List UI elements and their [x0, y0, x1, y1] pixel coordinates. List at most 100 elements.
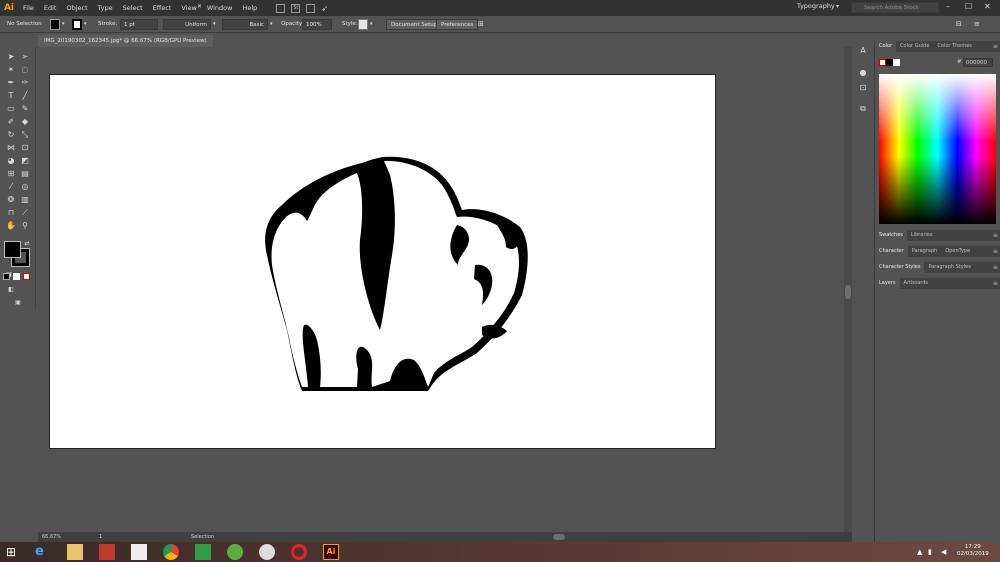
panel-menu-icon[interactable]: ≡ [993, 280, 998, 287]
paintbrush-tool-icon[interactable]: ✎ [20, 104, 30, 114]
symbol-sprayer-tool-icon[interactable]: ❂ [6, 195, 16, 205]
vertical-scroll-thumb[interactable] [845, 285, 851, 299]
black-color-swatch[interactable] [886, 59, 893, 66]
artboards-panel-icon[interactable]: ⧉ [858, 104, 868, 114]
internet-explorer-icon[interactable]: e [35, 544, 51, 560]
column-graph-tool-icon[interactable]: ▥ [20, 195, 30, 205]
perspective-grid-tool-icon[interactable]: ◩ [20, 156, 30, 166]
arrange-icon[interactable]: ⊞ [478, 19, 484, 30]
store-icon[interactable] [195, 544, 211, 560]
appearance-panel-icon[interactable]: ● [858, 68, 868, 78]
menu-type[interactable]: Type [93, 4, 118, 12]
tab-layers[interactable]: Layers [875, 278, 900, 289]
preferences-button[interactable]: Preferences [436, 19, 479, 30]
color-mode-button[interactable] [3, 273, 10, 280]
chrome-icon[interactable] [163, 544, 179, 560]
opera-icon[interactable] [291, 544, 307, 560]
gradient-tool-icon[interactable]: ▤ [20, 169, 30, 179]
fill-swatch[interactable] [4, 241, 21, 258]
bridge-icon[interactable] [276, 3, 286, 13]
selection-tool-icon[interactable]: ➤ [6, 52, 16, 62]
menu-help[interactable]: Help [237, 4, 262, 12]
image-trace-panel-icon[interactable]: ⊡ [858, 83, 868, 93]
tab-paragraph[interactable]: Paragraph [908, 246, 942, 257]
file-explorer-icon[interactable] [67, 544, 83, 560]
panel-menu-icon[interactable]: ≡ [993, 232, 998, 239]
workspace-switcher[interactable]: Typography [797, 2, 835, 10]
gradient-mode-button[interactable] [13, 273, 20, 280]
graphic-style-swatch[interactable] [358, 19, 368, 30]
menu-effect[interactable]: Effect [148, 4, 177, 12]
volume-icon[interactable]: ◀ [941, 544, 957, 560]
rotate-tool-icon[interactable]: ↻ [6, 130, 16, 140]
scale-tool-icon[interactable]: ⤡ [20, 130, 30, 140]
menu-file[interactable]: File [18, 4, 39, 12]
color-spectrum[interactable] [879, 74, 996, 224]
variable-width-profile[interactable]: Uniform [163, 19, 211, 30]
panel-menu-icon[interactable]: ≡ [974, 19, 980, 30]
chevron-down-icon[interactable]: ▾ [213, 19, 216, 30]
chevron-down-icon[interactable]: ▾ [370, 19, 373, 30]
chevron-down-icon[interactable]: ▾ [62, 19, 65, 30]
stroke-color-swatch[interactable] [72, 19, 82, 30]
free-transform-tool-icon[interactable]: ⊡ [20, 143, 30, 153]
swap-colors-icon[interactable]: ⇄ [22, 239, 32, 249]
line-tool-icon[interactable]: ╱ [20, 91, 30, 101]
fill-color-swatch[interactable] [50, 19, 60, 30]
tab-swatches[interactable]: Swatches [875, 230, 907, 241]
app-icon[interactable] [99, 544, 115, 560]
stroke-label[interactable]: Stroke: [98, 19, 117, 30]
pen-tool-icon[interactable]: ✒ [6, 78, 16, 88]
curvature-tool-icon[interactable]: ✑ [20, 78, 30, 88]
eyedropper-tool-icon[interactable]: ⁄ [6, 182, 16, 192]
slice-tool-icon[interactable]: ⟋ [20, 208, 30, 218]
shaper-tool-icon[interactable]: ✐ [6, 117, 16, 127]
maximize-button[interactable]: ☐ [965, 2, 972, 11]
tab-color-guide[interactable]: Color Guide [896, 41, 933, 52]
tab-libraries[interactable]: Libraries [907, 230, 937, 241]
brush-definition[interactable]: Basic [222, 19, 268, 30]
menu-select[interactable]: Select [118, 4, 148, 12]
chevron-down-icon[interactable]: ▾ [84, 19, 87, 30]
draw-mode-icon[interactable]: ◧ [6, 285, 16, 295]
artboard-tool-icon[interactable]: ⊓ [6, 208, 16, 218]
illustrator-taskbar-icon[interactable]: Ai [323, 544, 339, 560]
windows-start-icon[interactable]: ⊞ [6, 544, 22, 560]
arrange-documents-icon[interactable] [306, 3, 316, 13]
menu-edit[interactable]: Edit [39, 4, 62, 12]
white-color-swatch[interactable] [893, 59, 900, 66]
hex-input[interactable]: 000000 [963, 58, 993, 67]
bison-artwork[interactable] [262, 155, 532, 392]
direct-selection-tool-icon[interactable]: ➢ [20, 52, 30, 62]
tab-character[interactable]: Character [875, 246, 908, 257]
zoom-level[interactable]: 66.67% [42, 532, 61, 542]
lasso-tool-icon[interactable]: ◌ [20, 65, 30, 75]
menu-object[interactable]: Object [61, 4, 92, 12]
blend-tool-icon[interactable]: ◎ [20, 182, 30, 192]
shape-builder-tool-icon[interactable]: ◕ [6, 156, 16, 166]
rectangle-tool-icon[interactable]: ▭ [6, 104, 16, 114]
document-tab[interactable]: IMG_20190302_162345.jpg* @ 66.67% (RGB/G… [38, 35, 213, 47]
tab-opentype[interactable]: OpenType [941, 246, 974, 257]
taskbar-clock[interactable]: 17:29 02/03/2019 [957, 544, 989, 558]
width-tool-icon[interactable]: ⋈ [6, 143, 16, 153]
screen-mode-icon[interactable]: ▣ [13, 298, 23, 308]
chevron-down-icon[interactable]: ▾ [270, 19, 273, 30]
opacity-field[interactable]: 100% [302, 19, 332, 30]
mesh-tool-icon[interactable]: ⊞ [6, 169, 16, 179]
none-mode-button[interactable] [23, 273, 30, 280]
menu-window[interactable]: Window [202, 4, 238, 12]
app-icon[interactable] [131, 544, 147, 560]
panel-menu-icon[interactable]: ≡ [993, 43, 998, 50]
document-setup-button[interactable]: Document Setup [386, 19, 443, 30]
eraser-tool-icon[interactable]: ◆ [20, 117, 30, 127]
tab-artboards[interactable]: Artboards [900, 278, 932, 289]
tab-paragraph-styles[interactable]: Paragraph Styles [924, 262, 974, 273]
stock-icon[interactable]: St [291, 3, 301, 13]
close-document-icon[interactable]: ✕ [197, 3, 202, 10]
minimize-button[interactable]: – [946, 2, 950, 11]
stroke-weight-field[interactable]: 1 pt [120, 19, 158, 30]
panel-menu-icon[interactable]: ≡ [993, 264, 998, 271]
utorrent-icon[interactable] [227, 544, 243, 560]
align-icon[interactable]: ⊟ [956, 19, 962, 30]
